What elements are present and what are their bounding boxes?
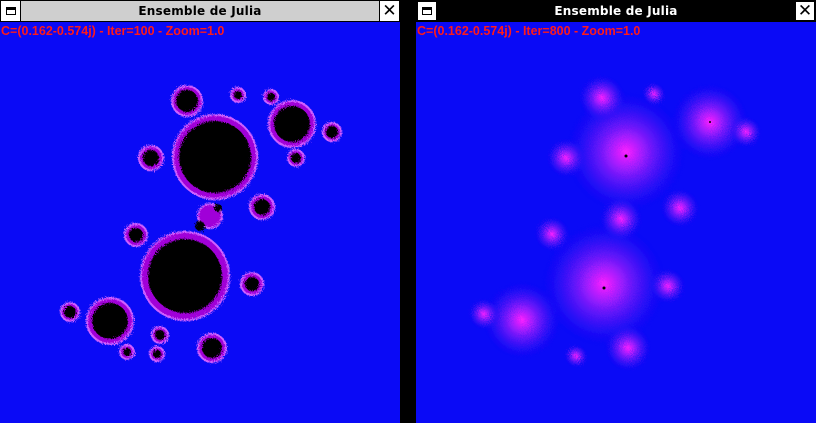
- parameters-label: C=(0.162-0.574j) - Iter=100 - Zoom=1.0: [1, 24, 225, 38]
- fractal-canvas[interactable]: C=(0.162-0.574j) - Iter=100 - Zoom=1.0: [0, 22, 400, 423]
- window-menu-button[interactable]: [1, 1, 21, 21]
- close-button[interactable]: ✕: [379, 1, 399, 21]
- close-button[interactable]: ✕: [795, 1, 815, 21]
- close-icon: ✕: [382, 0, 397, 21]
- fractal-canvas[interactable]: C=(0.162-0.574j) - Iter=800 - Zoom=1.0: [416, 22, 816, 423]
- parameters-label: C=(0.162-0.574j) - Iter=800 - Zoom=1.0: [417, 24, 641, 38]
- julia-set-image: [60, 85, 342, 363]
- julia-window-right[interactable]: Ensemble de Julia ✕ C=(0.162-0.574j) - I…: [416, 0, 816, 423]
- window-menu-icon: [422, 7, 432, 15]
- window-title: Ensemble de Julia: [554, 4, 678, 18]
- julia-set-image: [468, 74, 762, 372]
- title-bar[interactable]: Ensemble de Julia ✕: [0, 0, 400, 22]
- close-icon: ✕: [797, 0, 813, 21]
- window-menu-icon: [5, 7, 16, 15]
- julia-window-left[interactable]: Ensemble de Julia ✕ C=(0.162-0.574j) - I…: [0, 0, 400, 423]
- window-menu-button[interactable]: [417, 1, 437, 21]
- title-bar[interactable]: Ensemble de Julia ✕: [416, 0, 816, 22]
- window-title: Ensemble de Julia: [138, 4, 262, 18]
